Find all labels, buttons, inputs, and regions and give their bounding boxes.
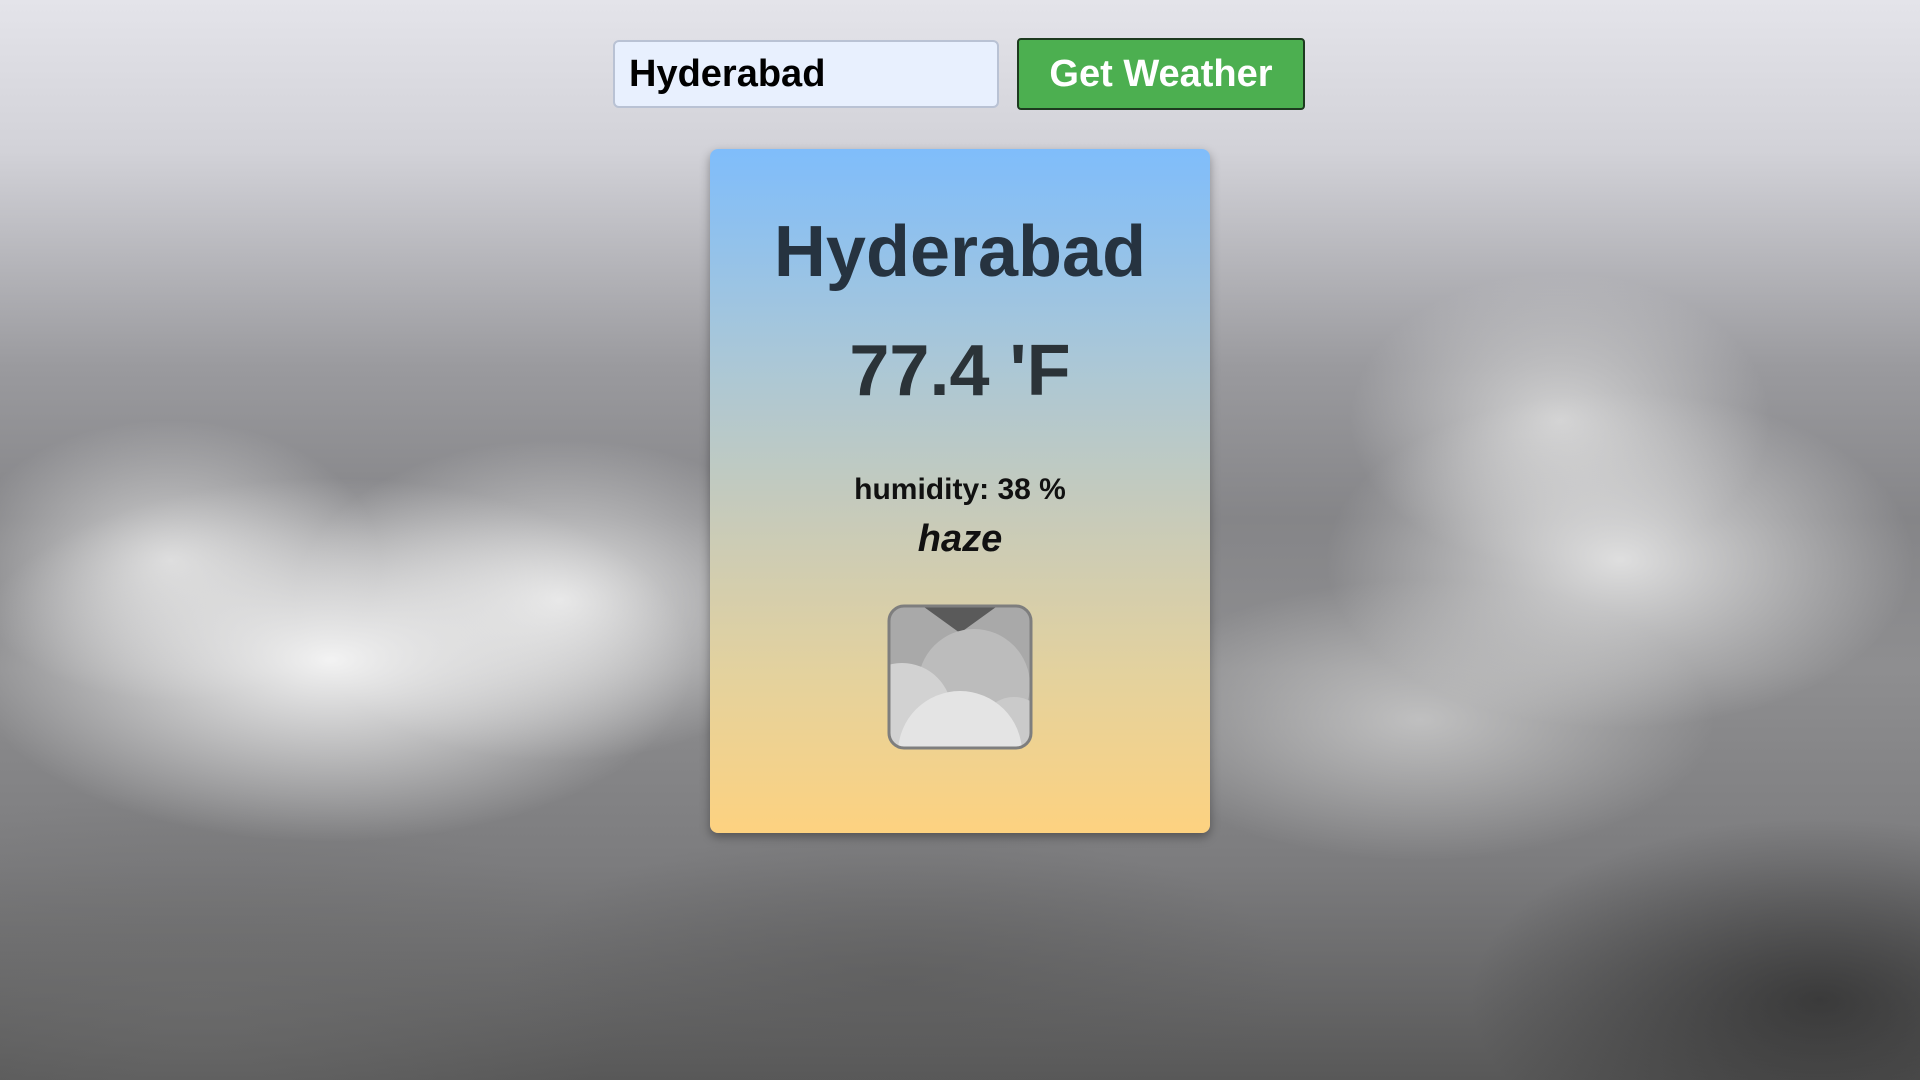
city-name: Hyderabad	[773, 212, 1147, 292]
weather-description: haze	[917, 518, 1003, 560]
search-bar: Get Weather	[613, 38, 1305, 110]
humidity: humidity: 38 %	[854, 473, 1066, 506]
get-weather-button[interactable]: Get Weather	[1017, 38, 1305, 110]
temperature: 77.4 'F	[849, 331, 1071, 411]
page-background: Get Weather Hyderabad 77.4 'F humidity: …	[0, 0, 1920, 1080]
city-input[interactable]	[613, 40, 999, 108]
haze-cloud-icon	[887, 604, 1033, 750]
weather-card: Hyderabad 77.4 'F humidity: 38 % haze	[710, 149, 1210, 833]
